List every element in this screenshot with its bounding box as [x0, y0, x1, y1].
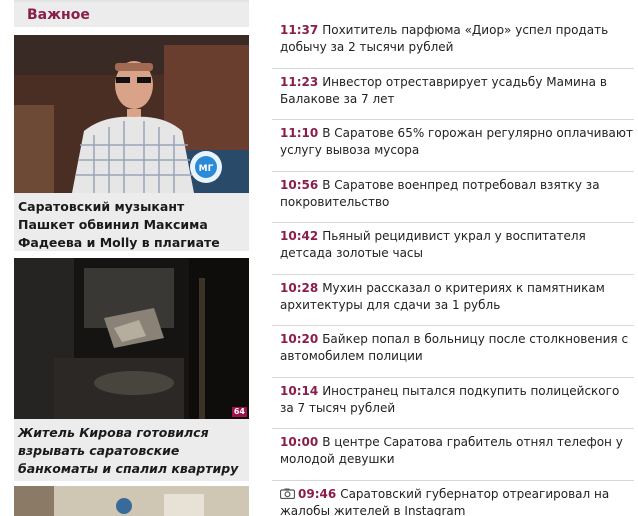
- featured-card[interactable]: МГ Саратовский музыкант Пашкет обвинил М…: [14, 35, 249, 251]
- news-time: 10:56: [280, 177, 319, 192]
- important-section: Важное: [14, 0, 249, 27]
- news-feed: 11:37 Похититель парфюма «Диор» успел про…: [272, 17, 634, 516]
- news-time: 11:10: [280, 126, 319, 140]
- news-item[interactable]: 09:46 Саратовский губернатор отреагировал…: [272, 481, 634, 516]
- news-item[interactable]: 11:37 Похититель парфюма «Диор» успел про…: [272, 17, 634, 69]
- featured-caption[interactable]: Житель Кирова готовился взрывать саратов…: [14, 419, 249, 481]
- age-badge: 64: [231, 407, 247, 417]
- news-time: 10:14: [280, 383, 319, 398]
- news-title[interactable]: В центре Саратова грабитель отнял телефо…: [280, 435, 623, 466]
- section-header: Важное: [14, 0, 249, 27]
- news-item[interactable]: 11:10 В Саратове 65% горожан регулярно оп…: [272, 120, 634, 172]
- news-time: 10:20: [280, 332, 319, 346]
- news-time: 11:23: [280, 74, 319, 89]
- news-item[interactable]: 10:42 Пьяный рецидивист украл у воспитате…: [272, 223, 634, 275]
- news-title[interactable]: Инвестор отреставрирует усадьбу Мамина в…: [280, 75, 607, 106]
- burned-room-photo: [14, 258, 249, 419]
- news-time: 11:37: [280, 23, 319, 37]
- news-title[interactable]: В Саратове 65% горожан регулярно оплачив…: [280, 126, 633, 157]
- camera-icon: [279, 487, 296, 499]
- news-time: 10:28: [280, 280, 319, 295]
- svg-text:МГ: МГ: [199, 164, 214, 174]
- section-title[interactable]: Важное: [27, 7, 90, 23]
- featured-card[interactable]: [14, 486, 249, 516]
- news-item[interactable]: 10:56 В Саратове военпред потребовал взят…: [272, 172, 634, 223]
- featured-caption[interactable]: Саратовский музыкант Пашкет обвинил Макс…: [14, 193, 249, 251]
- news-title[interactable]: Похититель парфюма «Диор» успел продать …: [280, 23, 608, 54]
- news-title[interactable]: Пьяный рецидивист украл у воспитателя де…: [280, 229, 586, 260]
- news-title[interactable]: В Саратове военпред потребовал взятку за…: [280, 178, 600, 209]
- news-item[interactable]: 10:00 В центре Саратова грабитель отнял т…: [272, 429, 634, 481]
- news-time: 09:46: [298, 486, 337, 501]
- news-item[interactable]: 10:28 Мухин рассказал о критериях к памят…: [272, 275, 634, 326]
- news-item[interactable]: 10:14 Иностранец пытался подкупить полице…: [272, 378, 634, 429]
- news-time: 10:00: [280, 435, 319, 449]
- featured-photo[interactable]: [14, 486, 249, 516]
- news-item[interactable]: 10:20 Байкер попал в больницу после столк…: [272, 326, 634, 378]
- scene-photo: [14, 486, 249, 516]
- featured-photo[interactable]: 64: [14, 258, 249, 419]
- featured-photo[interactable]: МГ: [14, 35, 249, 193]
- news-title[interactable]: Байкер попал в больницу после столкновен…: [280, 332, 628, 363]
- news-time: 10:42: [280, 229, 319, 243]
- news-item[interactable]: 11:23 Инвестор отреставрирует усадьбу Мам…: [272, 69, 634, 120]
- featured-card[interactable]: 64 Житель Кирова готовился взрывать сара…: [14, 258, 249, 481]
- musician-photo: МГ: [14, 35, 249, 193]
- news-title[interactable]: Иностранец пытался подкупить полицейског…: [280, 384, 619, 415]
- news-title[interactable]: Мухин рассказал о критериях к памятникам…: [280, 281, 605, 312]
